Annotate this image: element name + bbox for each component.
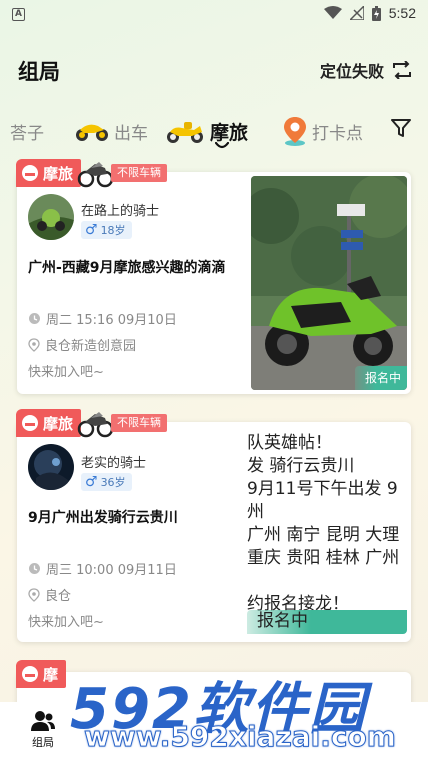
filter-icon[interactable] bbox=[390, 117, 412, 139]
tab-moto-travel[interactable]: 摩旅 bbox=[164, 108, 248, 154]
event-title: 9月广州出发骑行云贵川 bbox=[28, 510, 178, 526]
watermark-url: www.592xiazai.com bbox=[84, 720, 397, 754]
event-poster-image[interactable]: 队英雄帖！ 发 骑行云贵川 9月11号下午出发 9 州 广州 南宁 昆明 大理 … bbox=[247, 426, 407, 638]
clock-icon bbox=[29, 563, 40, 574]
helmet-icon bbox=[22, 666, 38, 682]
avatar[interactable] bbox=[28, 444, 74, 490]
poster-line: 9月11号下午出发 9 bbox=[247, 479, 398, 499]
tab-partner[interactable]: 荅子 bbox=[10, 108, 44, 154]
group-icon bbox=[31, 711, 55, 731]
nav-item-group[interactable]: 组局 bbox=[20, 710, 66, 750]
status-tag: 报名中 bbox=[247, 610, 407, 634]
status-bar: A 5:52 bbox=[0, 0, 428, 30]
nav-label: 组局 bbox=[32, 736, 54, 749]
location-status: 定位失败 bbox=[319, 62, 384, 81]
join-hint: 快来加入吧~ bbox=[28, 365, 104, 380]
vehicle-limit-tag: 不限车辆 bbox=[111, 414, 168, 432]
category-tabs: 荅子 出车 摩旅 打卡点 bbox=[0, 108, 428, 154]
event-place: 良仓新造创意园 bbox=[28, 335, 136, 354]
poster-line bbox=[247, 570, 407, 593]
category-badge: 摩旅 不限车辆 bbox=[16, 407, 168, 439]
wifi-icon bbox=[323, 6, 342, 19]
motorcycle-icon bbox=[77, 412, 114, 438]
event-place: 良仓 bbox=[28, 585, 71, 604]
clock-icon bbox=[29, 313, 40, 324]
motorcycle-icon bbox=[77, 162, 114, 188]
category-badge: 摩旅 不限车辆 bbox=[16, 157, 168, 189]
location-pin-icon bbox=[284, 117, 306, 146]
tab-label: 打卡点 bbox=[312, 123, 363, 144]
user-name: 在路上的骑士 bbox=[81, 204, 160, 219]
tab-label: 摩旅 bbox=[210, 121, 249, 144]
tab-label: 出车 bbox=[114, 123, 148, 144]
active-tab-indicator bbox=[215, 142, 229, 149]
pin-icon bbox=[28, 337, 40, 352]
tab-checkin-spot[interactable]: 打卡点 bbox=[282, 108, 363, 154]
page-header: 组局 定位失败 bbox=[0, 46, 428, 90]
poster-line: 州 bbox=[247, 502, 264, 522]
join-hint: 快来加入吧~ bbox=[28, 615, 104, 630]
signal-icon bbox=[349, 6, 364, 20]
vehicle-limit-tag: 不限车辆 bbox=[111, 164, 168, 182]
page-title: 组局 bbox=[18, 60, 60, 84]
location-button[interactable]: 定位失败 bbox=[320, 58, 412, 82]
event-photo[interactable]: 报名中 bbox=[251, 176, 407, 390]
helmet-icon bbox=[22, 165, 38, 181]
category-badge: 摩 bbox=[16, 658, 67, 690]
poster-line: 重庆 贵阳 桂林 广州 bbox=[247, 548, 400, 568]
user-name: 老实的骑士 bbox=[81, 456, 147, 471]
poster-line: 队英雄帖！ bbox=[247, 433, 332, 453]
poster-line: 发 骑行云贵川 bbox=[247, 456, 355, 476]
battery-icon bbox=[371, 5, 381, 21]
refresh-icon bbox=[393, 61, 411, 79]
pin-icon bbox=[28, 587, 40, 602]
avatar[interactable] bbox=[28, 194, 74, 240]
age-badge: ♂ 18岁 bbox=[81, 221, 132, 239]
watermark: 592软件园 www.592xiazai.com bbox=[70, 664, 426, 756]
event-card[interactable]: 老实的骑士 ♂ 36岁 9月广州出发骑行云贵川 周三 10:00 09月11日 良… bbox=[17, 422, 411, 642]
poster-line: 广州 南宁 昆明 大理 bbox=[247, 525, 400, 545]
event-time: 周二 15:16 09月10日 bbox=[28, 309, 177, 328]
age-badge: ♂ 36岁 bbox=[81, 473, 132, 491]
male-icon: ♂ bbox=[85, 474, 98, 490]
event-time: 周三 10:00 09月11日 bbox=[28, 559, 177, 578]
clock: 5:52 bbox=[388, 5, 416, 21]
scooter-icon bbox=[167, 122, 203, 143]
helmet-icon bbox=[22, 415, 38, 431]
event-title: 广州-西藏9月摩旅感兴趣的滴滴 bbox=[28, 260, 226, 276]
tab-ride-out[interactable]: 出车 bbox=[74, 108, 148, 154]
motorcycle-icon bbox=[76, 124, 108, 141]
male-icon: ♂ bbox=[85, 222, 98, 238]
tab-label: 荅子 bbox=[10, 123, 44, 144]
status-tag: 报名中 bbox=[354, 366, 407, 390]
event-card[interactable]: 在路上的骑士 ♂ 18岁 广州-西藏9月摩旅感兴趣的滴滴 周二 15:16 09月… bbox=[17, 172, 411, 394]
app-notification-icon: A bbox=[12, 8, 25, 21]
